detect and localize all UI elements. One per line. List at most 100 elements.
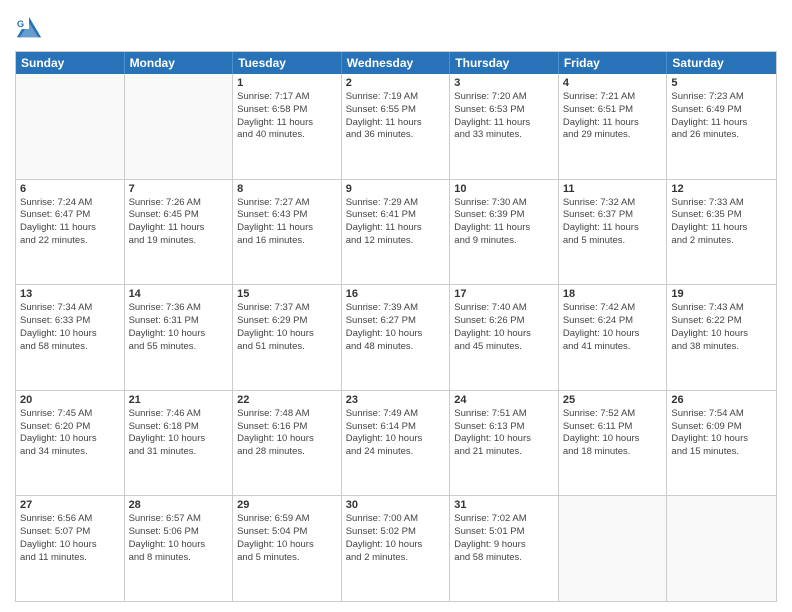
day-number: 7 <box>129 183 229 195</box>
day-cell-11: 11Sunrise: 7:32 AMSunset: 6:37 PMDayligh… <box>559 180 668 285</box>
day-cell-6: 6Sunrise: 7:24 AMSunset: 6:47 PMDaylight… <box>16 180 125 285</box>
day-info-line: Sunset: 6:09 PM <box>671 421 772 434</box>
day-number: 5 <box>671 77 772 89</box>
day-info-line: Sunset: 6:55 PM <box>346 104 446 117</box>
day-cell-24: 24Sunrise: 7:51 AMSunset: 6:13 PMDayligh… <box>450 391 559 496</box>
day-info-line: Sunset: 6:24 PM <box>563 315 663 328</box>
day-cell-23: 23Sunrise: 7:49 AMSunset: 6:14 PMDayligh… <box>342 391 451 496</box>
day-info-line: and 12 minutes. <box>346 235 446 248</box>
day-info-line: Sunset: 6:49 PM <box>671 104 772 117</box>
day-info-line: and 51 minutes. <box>237 341 337 354</box>
day-info-line: Daylight: 10 hours <box>454 328 554 341</box>
page: G SundayMondayTuesdayWednesdayThursdayFr… <box>0 0 792 612</box>
day-number: 2 <box>346 77 446 89</box>
day-number: 28 <box>129 499 229 511</box>
day-info-line: Sunrise: 7:54 AM <box>671 408 772 421</box>
day-info-line: Daylight: 10 hours <box>454 433 554 446</box>
day-cell-28: 28Sunrise: 6:57 AMSunset: 5:06 PMDayligh… <box>125 496 234 601</box>
day-info-line: Daylight: 10 hours <box>129 433 229 446</box>
day-info-line: Daylight: 11 hours <box>237 117 337 130</box>
day-info-line: Sunrise: 7:45 AM <box>20 408 120 421</box>
day-info-line: and 36 minutes. <box>346 129 446 142</box>
day-info-line: Sunset: 6:37 PM <box>563 209 663 222</box>
calendar-row-2: 13Sunrise: 7:34 AMSunset: 6:33 PMDayligh… <box>16 284 776 390</box>
day-info-line: Sunrise: 7:27 AM <box>237 197 337 210</box>
day-info-line: Sunset: 5:07 PM <box>20 526 120 539</box>
day-info-line: Sunrise: 7:02 AM <box>454 513 554 526</box>
day-info-line: Daylight: 11 hours <box>20 222 120 235</box>
day-info-line: and 29 minutes. <box>563 129 663 142</box>
day-header-saturday: Saturday <box>667 52 776 74</box>
day-info-line: and 2 minutes. <box>671 235 772 248</box>
day-info-line: Sunrise: 7:20 AM <box>454 91 554 104</box>
day-info-line: Sunrise: 7:21 AM <box>563 91 663 104</box>
day-number: 30 <box>346 499 446 511</box>
day-info-line: Sunrise: 7:24 AM <box>20 197 120 210</box>
day-cell-14: 14Sunrise: 7:36 AMSunset: 6:31 PMDayligh… <box>125 285 234 390</box>
day-info-line: Sunrise: 7:42 AM <box>563 302 663 315</box>
day-info-line: and 41 minutes. <box>563 341 663 354</box>
day-header-monday: Monday <box>125 52 234 74</box>
header: G <box>15 10 777 43</box>
day-number: 8 <box>237 183 337 195</box>
day-cell-26: 26 Sunrise: 7:54 AMSunset: 6:09 PMDayligh… <box>667 391 776 496</box>
day-number: 9 <box>346 183 446 195</box>
svg-text:G: G <box>17 19 24 29</box>
day-cell-2: 2Sunrise: 7:19 AMSunset: 6:55 PMDaylight… <box>342 74 451 179</box>
day-info-line: and 40 minutes. <box>237 129 337 142</box>
day-cell-3: 3Sunrise: 7:20 AMSunset: 6:53 PMDaylight… <box>450 74 559 179</box>
day-info-line: Daylight: 10 hours <box>346 539 446 552</box>
day-number: 14 <box>129 288 229 300</box>
day-cell-27: 27Sunrise: 6:56 AMSunset: 5:07 PMDayligh… <box>16 496 125 601</box>
day-cell-21: 21Sunrise: 7:46 AMSunset: 6:18 PMDayligh… <box>125 391 234 496</box>
day-header-sunday: Sunday <box>16 52 125 74</box>
day-number: 10 <box>454 183 554 195</box>
day-number: 26 <box>671 394 772 406</box>
day-info-line: Sunrise: 7:48 AM <box>237 408 337 421</box>
day-info-line: Daylight: 10 hours <box>129 328 229 341</box>
day-info-line: and 38 minutes. <box>671 341 772 354</box>
day-info-line: Sunrise: 7:26 AM <box>129 197 229 210</box>
day-info-line: Sunset: 6:16 PM <box>237 421 337 434</box>
day-info-line: and 21 minutes. <box>454 446 554 459</box>
day-cell-1: 1Sunrise: 7:17 AMSunset: 6:58 PMDaylight… <box>233 74 342 179</box>
logo-icon: G <box>15 15 43 43</box>
day-info-line: Daylight: 11 hours <box>563 222 663 235</box>
day-cell-19: 19Sunrise: 7:43 AMSunset: 6:22 PMDayligh… <box>667 285 776 390</box>
day-info-line: Daylight: 10 hours <box>237 539 337 552</box>
day-info-line: Daylight: 11 hours <box>671 222 772 235</box>
day-cell-empty-4-5 <box>559 496 668 601</box>
day-cell-10: 10Sunrise: 7:30 AMSunset: 6:39 PMDayligh… <box>450 180 559 285</box>
day-info-line: Sunrise: 7:43 AM <box>671 302 772 315</box>
day-info-line: Sunrise: 7:52 AM <box>563 408 663 421</box>
day-info-line: Sunset: 6:41 PM <box>346 209 446 222</box>
day-info-line: Sunrise: 7:40 AM <box>454 302 554 315</box>
day-cell-4: 4Sunrise: 7:21 AMSunset: 6:51 PMDaylight… <box>559 74 668 179</box>
day-number: 25 <box>563 394 663 406</box>
day-info-line: and 26 minutes. <box>671 129 772 142</box>
day-info-line: Sunset: 6:29 PM <box>237 315 337 328</box>
day-number: 29 <box>237 499 337 511</box>
day-cell-25: 25Sunrise: 7:52 AMSunset: 6:11 PMDayligh… <box>559 391 668 496</box>
day-info-line: Sunset: 6:39 PM <box>454 209 554 222</box>
day-info-line: Sunset: 6:58 PM <box>237 104 337 117</box>
day-cell-22: 22Sunrise: 7:48 AMSunset: 6:16 PMDayligh… <box>233 391 342 496</box>
calendar-row-0: 1Sunrise: 7:17 AMSunset: 6:58 PMDaylight… <box>16 74 776 179</box>
day-info-line: and 45 minutes. <box>454 341 554 354</box>
day-info-line: Daylight: 10 hours <box>671 433 772 446</box>
day-number: 3 <box>454 77 554 89</box>
day-number: 6 <box>20 183 120 195</box>
day-info-line: Sunset: 6:18 PM <box>129 421 229 434</box>
day-info-line: and 58 minutes. <box>20 341 120 354</box>
day-info-line: and 22 minutes. <box>20 235 120 248</box>
day-info-line: and 28 minutes. <box>237 446 337 459</box>
calendar-header: SundayMondayTuesdayWednesdayThursdayFrid… <box>16 52 776 74</box>
day-info-line: Sunset: 6:13 PM <box>454 421 554 434</box>
day-info-line: Sunrise: 6:59 AM <box>237 513 337 526</box>
day-info-line: Sunset: 5:06 PM <box>129 526 229 539</box>
day-info-line: Sunrise: 7:19 AM <box>346 91 446 104</box>
day-number: 23 <box>346 394 446 406</box>
day-info-line: Daylight: 10 hours <box>346 328 446 341</box>
day-cell-empty-0-0 <box>16 74 125 179</box>
day-info-line: Sunset: 6:22 PM <box>671 315 772 328</box>
